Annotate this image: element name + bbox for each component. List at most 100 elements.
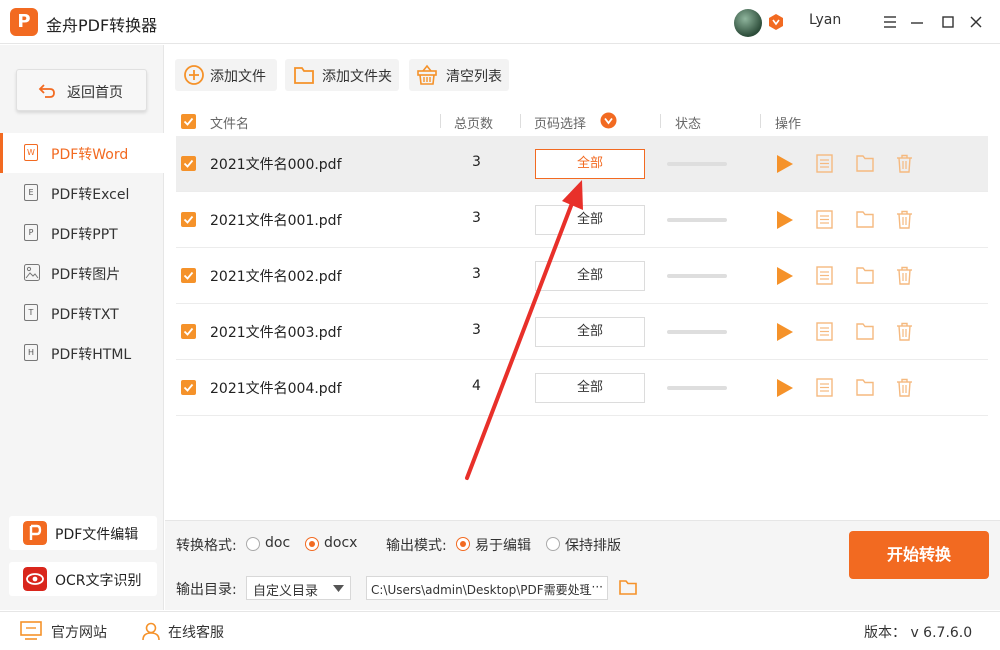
folder-icon — [294, 67, 314, 84]
table-row[interactable]: 2021文件名002.pdf 3 全部 — [176, 248, 988, 304]
mode-keep-radio[interactable] — [546, 537, 560, 551]
menu-icon[interactable] — [880, 12, 900, 32]
pdf-edit-button[interactable]: PDF文件编辑 — [9, 516, 157, 550]
add-folder-label: 添加文件夹 — [322, 69, 392, 85]
row-filename: 2021文件名004.pdf — [210, 381, 342, 397]
trash-icon[interactable] — [896, 378, 913, 397]
row-checkbox[interactable] — [181, 212, 196, 227]
table-row[interactable]: 2021文件名003.pdf 3 全部 — [176, 304, 988, 360]
add-file-button[interactable]: 添加文件 — [175, 59, 277, 91]
document-icon[interactable] — [816, 210, 833, 229]
row-checkbox[interactable] — [181, 380, 196, 395]
sidebar-item-pdf-to-ppt[interactable]: P PDF转PPT — [0, 213, 164, 253]
sidebar-item-pdf-to-image[interactable]: PDF转图片 — [0, 253, 164, 293]
play-icon[interactable] — [776, 210, 794, 230]
header-page-select: 页码选择 — [534, 117, 587, 132]
output-dir-select[interactable]: 自定义目录 — [246, 576, 351, 600]
document-icon[interactable] — [816, 266, 833, 285]
sidebar-item-pdf-to-txt[interactable]: T PDF转TXT — [0, 293, 164, 333]
trash-icon[interactable] — [896, 266, 913, 285]
version-text: 版本： v 6.7.6.0 — [864, 625, 973, 641]
website-monitor-icon — [20, 621, 42, 640]
document-icon[interactable] — [816, 378, 833, 397]
clear-list-label: 清空列表 — [446, 69, 502, 85]
clear-list-button[interactable]: 清空列表 — [409, 59, 509, 91]
minimize-icon[interactable] — [907, 12, 927, 32]
output-settings-panel: 转换格式: doc docx 输出模式: 易于编辑 保持排版 输出目录: 自定义… — [165, 520, 1000, 610]
row-filename: 2021文件名002.pdf — [210, 269, 342, 285]
row-page-select-button[interactable]: 全部 — [535, 373, 645, 403]
username[interactable]: Lyan — [809, 12, 841, 28]
folder-outline-icon[interactable] — [856, 210, 874, 228]
row-page-select-button[interactable]: 全部 — [535, 317, 645, 347]
back-arrow-icon — [38, 84, 55, 98]
document-icon[interactable] — [816, 154, 833, 173]
row-page-select-button[interactable]: 全部 — [535, 149, 645, 179]
sidebar-item-label: PDF转HTML — [51, 347, 132, 363]
maximize-icon[interactable] — [938, 12, 958, 32]
sidebar-item-pdf-to-html[interactable]: H PDF转HTML — [0, 333, 164, 373]
chevron-down-icon — [333, 585, 344, 592]
path-more-button[interactable]: ··· — [588, 580, 603, 594]
trash-icon[interactable] — [896, 322, 913, 341]
format-doc-radio[interactable] — [246, 537, 260, 551]
pdf-edit-icon — [23, 521, 47, 545]
row-total-pages: 3 — [472, 210, 481, 226]
output-dir-select-value: 自定义目录 — [253, 584, 319, 599]
sidebar-item-pdf-to-word[interactable]: W PDF转Word — [0, 133, 164, 173]
avatar[interactable] — [734, 9, 762, 37]
sidebar-item-pdf-to-excel[interactable]: E PDF转Excel — [0, 173, 164, 213]
folder-outline-icon[interactable] — [856, 266, 874, 284]
online-support-link[interactable]: 在线客服 — [168, 622, 224, 642]
play-icon[interactable] — [776, 154, 794, 174]
mode-label: 输出模式: — [386, 538, 447, 554]
play-icon[interactable] — [776, 322, 794, 342]
app-title: 金舟PDF转换器 — [46, 16, 158, 35]
folder-outline-icon[interactable] — [856, 322, 874, 340]
play-icon[interactable] — [776, 266, 794, 286]
header-actions: 操作 — [775, 117, 802, 132]
row-page-select-button[interactable]: 全部 — [535, 261, 645, 291]
row-progress-bar — [667, 330, 727, 334]
trash-icon[interactable] — [896, 154, 913, 173]
ocr-eye-icon — [23, 567, 47, 591]
official-website-link[interactable]: 官方网站 — [51, 622, 107, 642]
close-icon[interactable] — [966, 12, 986, 32]
dir-label: 输出目录: — [176, 582, 237, 598]
page-select-dropdown-icon[interactable] — [600, 112, 617, 129]
output-path-field[interactable]: C:\Users\admin\Desktop\PDF需要处理 ··· — [366, 576, 608, 600]
open-folder-icon[interactable] — [618, 577, 638, 597]
mode-easy-radio[interactable] — [456, 537, 470, 551]
document-icon[interactable] — [816, 322, 833, 341]
format-docx-label: docx — [324, 535, 358, 551]
ocr-button[interactable]: OCR文字识别 — [9, 562, 157, 596]
table-row[interactable]: 2021文件名004.pdf 4 全部 — [176, 360, 988, 416]
select-all-checkbox[interactable] — [181, 114, 196, 129]
row-filename: 2021文件名001.pdf — [210, 213, 342, 229]
home-button-label: 返回首页 — [67, 85, 123, 101]
folder-outline-icon[interactable] — [856, 378, 874, 396]
html-doc-icon: H — [24, 344, 38, 361]
ppt-doc-icon: P — [24, 224, 38, 241]
row-checkbox[interactable] — [181, 156, 196, 171]
row-progress-bar — [667, 162, 727, 166]
add-circle-icon — [184, 65, 204, 85]
table-row[interactable]: 2021文件名001.pdf 3 全部 — [176, 192, 988, 248]
folder-outline-icon[interactable] — [856, 154, 874, 172]
row-total-pages: 3 — [472, 266, 481, 282]
table-row[interactable]: 2021文件名000.pdf 3 全部 — [176, 136, 988, 192]
trash-icon[interactable] — [896, 210, 913, 229]
app-logo-icon: P — [10, 8, 38, 36]
row-checkbox[interactable] — [181, 268, 196, 283]
sidebar-item-label: PDF转Word — [51, 147, 129, 163]
sidebar: 返回首页 W PDF转Word E PDF转Excel P PDF转PPT PD… — [0, 45, 164, 610]
row-checkbox[interactable] — [181, 324, 196, 339]
row-page-select-button[interactable]: 全部 — [535, 205, 645, 235]
table-header: 文件名 总页数 页码选择 状态 操作 — [176, 108, 988, 135]
start-convert-button[interactable]: 开始转换 — [849, 531, 989, 579]
home-button[interactable]: 返回首页 — [16, 69, 147, 111]
format-docx-radio[interactable] — [305, 537, 319, 551]
row-total-pages: 4 — [472, 378, 481, 394]
play-icon[interactable] — [776, 378, 794, 398]
add-folder-button[interactable]: 添加文件夹 — [285, 59, 399, 91]
